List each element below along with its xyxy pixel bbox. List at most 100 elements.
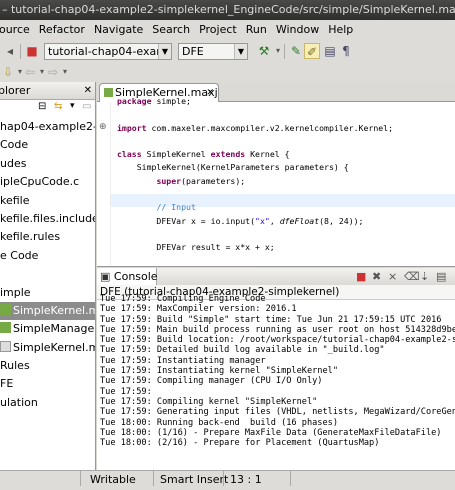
code-editor: SimpleKernel.maxj ✕ ⊕ package simple; imp…	[97, 82, 455, 267]
console-line: Tue 17:59: Build location: /root/workspa…	[100, 335, 455, 346]
code-line[interactable]: super(parameters);	[117, 175, 393, 188]
chevron-down-icon[interactable]: ▼	[158, 44, 171, 59]
console-line: Tue 17:59:	[100, 386, 152, 397]
tree-item[interactable]: FE	[0, 375, 95, 393]
chevron-down-icon[interactable]: ▾	[57, 64, 73, 80]
toolbar-separator	[284, 44, 285, 59]
tree-item[interactable]: e Code	[0, 247, 95, 265]
file-icon	[0, 340, 11, 352]
terminate-icon[interactable]: ■	[356, 268, 366, 285]
console-line: Tue 17:59: Instantiating kernel "SimpleK…	[100, 366, 338, 377]
console-output[interactable]: Tue 17:59: Compiling Engine Code Tue 17:5…	[97, 294, 455, 448]
menu-bar: Source Refactor Navigate Search Project Run Wi…	[0, 20, 455, 40]
stop-icon[interactable]: ■	[24, 43, 40, 59]
back-icon[interactable]: ◂	[2, 43, 18, 59]
console-line: Tue 17:59: Generating input files (VHDL,…	[100, 407, 455, 418]
link-with-editor-icon[interactable]: ⇆	[54, 101, 62, 112]
code-line[interactable]	[117, 228, 393, 241]
code-line[interactable]	[117, 135, 393, 148]
code-line[interactable]: // Input	[117, 201, 393, 214]
tree-item[interactable]: SimpleManager.maxj	[0, 320, 95, 338]
console-line: Tue 17:59: Instantiating manager	[100, 355, 266, 366]
java-file-icon	[0, 303, 11, 315]
tree-item[interactable]: imple	[0, 284, 95, 302]
menu-help[interactable]: Help	[328, 20, 353, 40]
menu-project[interactable]: Project	[199, 20, 237, 40]
minimize-icon[interactable]: ▭	[82, 101, 91, 112]
tree-item[interactable]: Rules	[0, 357, 95, 375]
tree-item[interactable]: kefile.rules	[0, 228, 95, 246]
window-title-bar: – tutorial-chap04-example2-simplekernel_…	[0, 0, 455, 20]
status-bar: Writable Smart Insert 13 : 1	[0, 470, 455, 490]
console-line: Tue 18:00: (2/16) - Prepare for Placemen…	[100, 438, 380, 449]
block-selection-icon[interactable]: ▤	[322, 43, 338, 59]
tree-item-label: SimpleKernel.maxj	[13, 303, 95, 317]
secondary-toolbar: ⇩ ▾ ⇦ ▾ ⇨ ▾	[0, 63, 455, 82]
mark-occurrences-icon[interactable]: ✐	[304, 43, 320, 59]
tree-item-label: Code	[0, 138, 29, 152]
console-icon: ▣	[100, 270, 111, 283]
tree-item-label: e Code	[0, 248, 39, 262]
tree-item[interactable]: kefile.files.include	[0, 210, 95, 228]
project-combo[interactable]: tutorial-chap04-example2-...▼	[44, 43, 172, 60]
clear-console-icon[interactable]: ⌫	[404, 268, 420, 285]
code-line[interactable]	[117, 108, 393, 121]
menu-run[interactable]: Run	[246, 20, 267, 40]
status-insert: Smart Insert	[160, 473, 229, 486]
tree-item[interactable]: udes	[0, 155, 95, 173]
code-line[interactable]: package simple;	[117, 95, 393, 108]
config-combo[interactable]: DFE ▼	[178, 43, 248, 60]
explorer-toolbar: ⊟ ⇆ ▾ ▭	[0, 100, 95, 118]
tree-item-selected[interactable]: SimpleKernel.maxj	[0, 301, 95, 321]
pin-icon[interactable]: ✎	[288, 43, 304, 59]
fold-icon[interactable]: ⊕	[99, 122, 107, 132]
chevron-down-icon[interactable]: ▾	[70, 101, 75, 111]
menu-navigate[interactable]: Navigate	[94, 20, 143, 40]
tree-item[interactable]: ipleCpuCode.c	[0, 173, 95, 191]
remove-launch-icon[interactable]: ✖	[372, 268, 381, 285]
tree-item-label: imple	[0, 285, 31, 299]
toolbar-separator	[20, 44, 21, 59]
console-line: Tue 17:59: Detailed build log available …	[100, 345, 385, 356]
chevron-down-icon[interactable]: ▼	[234, 44, 247, 59]
tree-item[interactable]	[0, 265, 95, 283]
show-whitespace-icon[interactable]: ¶	[338, 43, 354, 59]
status-position: 13 : 1	[230, 473, 262, 486]
collapse-all-icon[interactable]: ⊟	[38, 101, 46, 112]
project-combo-value: tutorial-chap04-example2-...	[48, 45, 172, 58]
close-icon[interactable]: ✕	[84, 82, 92, 99]
code-line[interactable]	[117, 188, 393, 201]
tree-item[interactable]: Code	[0, 136, 95, 154]
scroll-lock-icon[interactable]: ⇣	[420, 268, 429, 285]
code-line[interactable]: DFEVar x = io.input("x", dfeFloat(8, 24)…	[117, 215, 393, 228]
menu-source[interactable]: Source	[0, 20, 30, 40]
project-tree: hap04-example2-simple Code udes ipleCpuC…	[0, 118, 95, 412]
package-explorer: plorer ✕ ⊟ ⇆ ▾ ▭ hap04-example2-simple C…	[0, 82, 96, 490]
menu-refactor[interactable]: Refactor	[39, 20, 85, 40]
tree-item[interactable]: ulation	[0, 394, 95, 412]
remove-all-icon[interactable]: ⨯	[388, 268, 397, 285]
tree-item-label: FE	[0, 377, 14, 391]
menu-search[interactable]: Search	[152, 20, 190, 40]
code-line[interactable]: SimpleKernel(KernelParameters parameters…	[117, 161, 393, 174]
console-line: Tue 18:00: Running back-end build (16 ph…	[100, 417, 338, 428]
console-header: ▣ Console ■ ✖ ⨯ ⌫ ⇣ ▤	[97, 268, 455, 286]
code-line[interactable]	[117, 255, 393, 266]
code-line[interactable]: DFEVar result = x*x + x;	[117, 241, 393, 254]
code-text[interactable]: package simple; import com.maxeler.maxco…	[117, 95, 393, 266]
main-toolbar: ◂ ■ tutorial-chap04-example2-...▼ DFE▼ ⚒…	[0, 40, 455, 63]
menu-window[interactable]: Window	[276, 20, 319, 40]
tree-item[interactable]: kefile	[0, 192, 95, 210]
code-line[interactable]: class SimpleKernel extends Kernel {	[117, 148, 393, 161]
status-mode: Writable	[90, 473, 136, 486]
tree-item-label: Rules	[0, 359, 30, 373]
code-line[interactable]: import com.maxeler.maxcompiler.v2.kernel…	[117, 122, 393, 135]
tree-item[interactable]: hap04-example2-simple	[0, 118, 95, 136]
display-console-icon[interactable]: ▤	[436, 268, 446, 285]
tree-item-label: SimpleKernel.maxj.anr	[13, 340, 95, 354]
tree-item[interactable]: SimpleKernel.maxj.anr	[0, 339, 95, 357]
status-separator	[80, 471, 81, 486]
java-file-icon	[0, 322, 11, 334]
console-line: Tue 17:59: MaxCompiler version: 2016.1	[100, 304, 297, 315]
console-tab[interactable]: ▣ Console	[97, 268, 158, 285]
